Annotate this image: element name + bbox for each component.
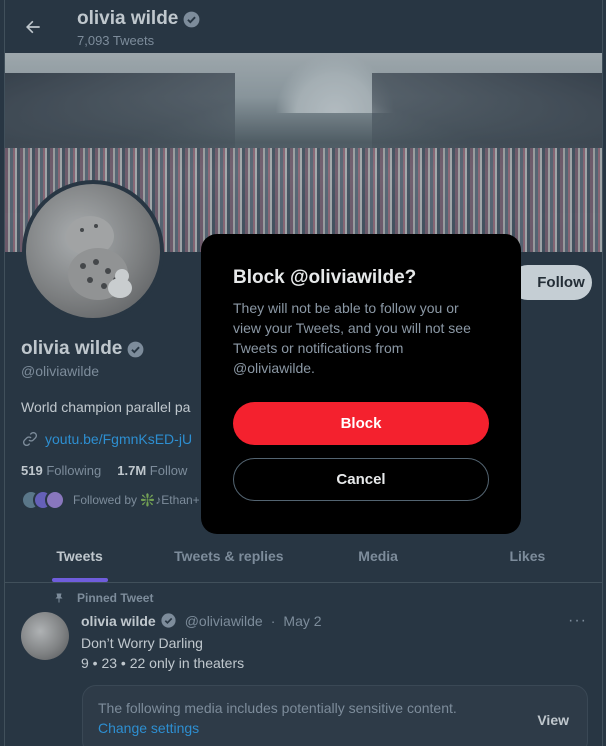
dialog-title: Block @oliviawilde? <box>233 267 417 288</box>
dialog-body: They will not be able to follow you or v… <box>233 300 471 376</box>
cancel-button[interactable]: Cancel <box>233 458 489 501</box>
block-button[interactable]: Block <box>233 402 489 445</box>
block-dialog: Block @oliviawilde? They will not be abl… <box>201 234 521 534</box>
